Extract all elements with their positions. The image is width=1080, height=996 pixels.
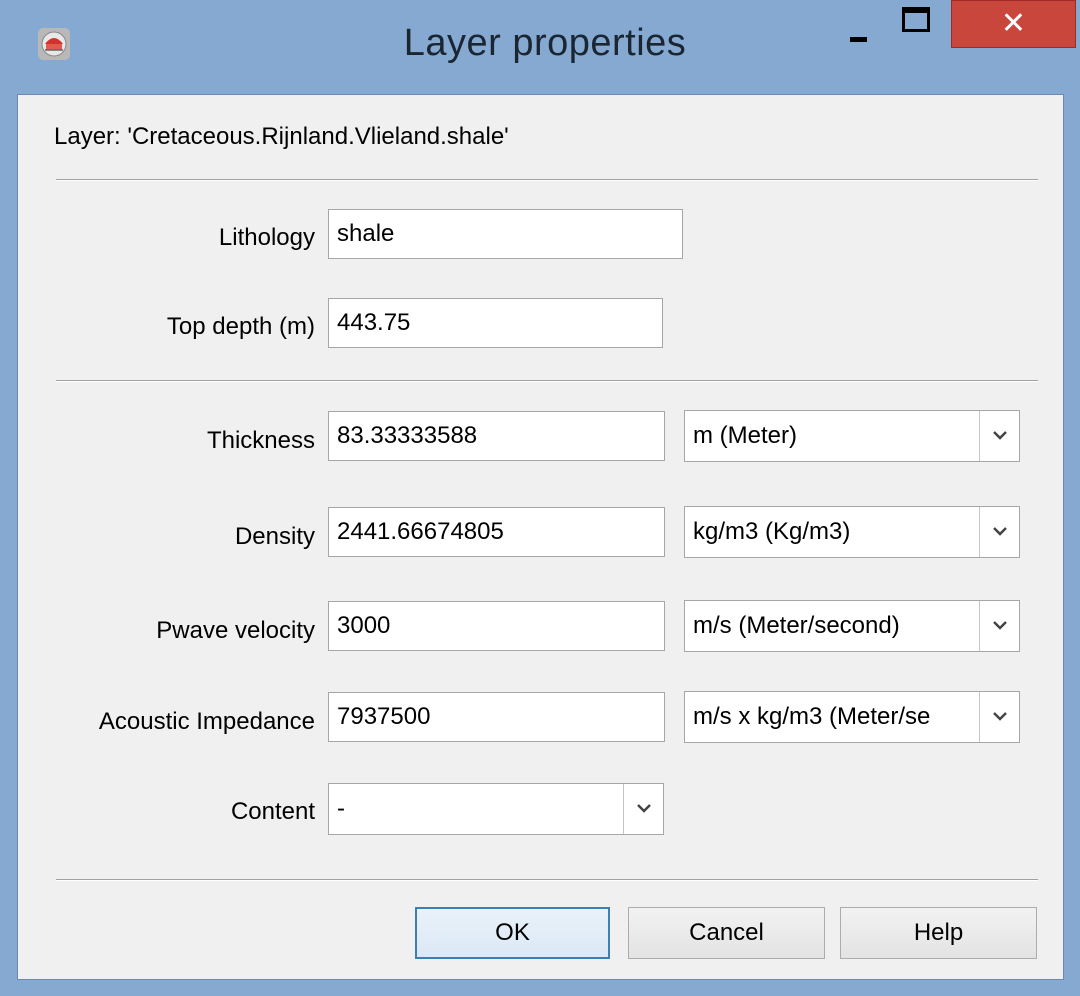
minimize-button[interactable] xyxy=(826,0,890,50)
dialog-window: Layer properties ✕ Layer: 'Cretaceous.Ri… xyxy=(0,0,1080,996)
cancel-button[interactable]: Cancel xyxy=(628,907,825,959)
density-label: Density xyxy=(234,523,315,550)
dialog-body: Layer: 'Cretaceous.Rijnland.Vlieland.sha… xyxy=(17,94,1064,980)
density-field[interactable]: 2441.66674805 xyxy=(328,507,665,557)
top-depth-field[interactable]: 443.75 xyxy=(328,298,663,348)
chevron-down-icon[interactable] xyxy=(979,601,1019,651)
thickness-unit-value: m (Meter) xyxy=(693,422,797,449)
content-select[interactable]: - xyxy=(328,783,664,835)
content-value: - xyxy=(337,795,345,822)
pwave-velocity-label: Pwave velocity xyxy=(156,617,315,644)
impedance-unit-value: m/s x kg/m3 (Meter/se xyxy=(693,703,931,730)
separator xyxy=(56,879,1038,881)
chevron-down-icon[interactable] xyxy=(623,784,663,834)
impedance-unit-select[interactable]: m/s x kg/m3 (Meter/se xyxy=(684,691,1020,743)
ok-button[interactable]: OK xyxy=(415,907,610,959)
separator xyxy=(56,380,1038,382)
layer-name-label: Layer: 'Cretaceous.Rijnland.Vlieland.sha… xyxy=(54,123,509,150)
help-button[interactable]: Help xyxy=(840,907,1037,959)
pwave-velocity-field[interactable]: 3000 xyxy=(328,601,665,651)
pwave-unit-select[interactable]: m/s (Meter/second) xyxy=(684,600,1020,652)
title-bar[interactable]: Layer properties ✕ xyxy=(0,0,1080,95)
thickness-unit-select[interactable]: m (Meter) xyxy=(684,410,1020,462)
close-icon: ✕ xyxy=(1000,6,1027,41)
content-label: Content xyxy=(230,798,315,825)
thickness-field[interactable]: 83.33333588 xyxy=(328,411,665,461)
chevron-down-icon[interactable] xyxy=(979,692,1019,742)
top-depth-label: Top depth (m) xyxy=(166,313,315,340)
chevron-down-icon[interactable] xyxy=(979,507,1019,557)
density-unit-select[interactable]: kg/m3 (Kg/m3) xyxy=(684,506,1020,558)
density-unit-value: kg/m3 (Kg/m3) xyxy=(693,518,851,545)
lithology-field[interactable]: shale xyxy=(328,209,683,259)
pwave-unit-value: m/s (Meter/second) xyxy=(693,612,900,639)
chevron-down-icon[interactable] xyxy=(979,411,1019,461)
lithology-label: Lithology xyxy=(218,224,315,251)
maximize-button[interactable] xyxy=(890,0,952,50)
thickness-label: Thickness xyxy=(206,427,315,454)
acoustic-impedance-field[interactable]: 7937500 xyxy=(328,692,665,742)
acoustic-impedance-label: Acoustic Impedance xyxy=(98,708,315,735)
close-button[interactable]: ✕ xyxy=(951,0,1076,48)
separator xyxy=(56,179,1038,181)
